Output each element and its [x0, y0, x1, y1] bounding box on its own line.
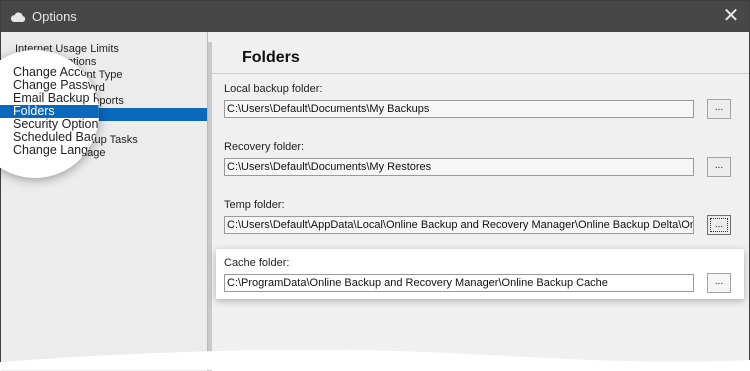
recovery-folder-input[interactable]: C:\Users\Default\Documents\My Restores	[224, 158, 694, 176]
page-title: Folders	[242, 49, 300, 66]
heading-divider	[212, 73, 749, 74]
window-title: Options	[32, 9, 77, 24]
cloud-icon	[10, 10, 26, 28]
recovery-browse-button[interactable]: ...	[707, 157, 731, 177]
temp-folder-label: Temp folder:	[224, 199, 285, 211]
close-button[interactable]: ✕	[719, 4, 743, 28]
title-bar: Options ✕	[1, 1, 749, 32]
close-icon: ✕	[722, 5, 740, 27]
bottom-wave-fade	[0, 349, 750, 370]
cache-folder-input[interactable]: C:\ProgramData\Online Backup and Recover…	[224, 274, 694, 292]
options-window: Options ✕ Internet Usage Limits Caching …	[0, 0, 750, 371]
temp-folder-input[interactable]: C:\Users\Default\AppData\Local\Online Ba…	[224, 216, 694, 234]
temp-browse-button[interactable]: ...	[707, 215, 731, 235]
local-backup-folder-label: Local backup folder:	[224, 83, 323, 95]
local-backup-browse-button[interactable]: ...	[707, 99, 731, 119]
cache-browse-button[interactable]: ...	[707, 273, 731, 293]
cache-folder-highlight: Cache folder: C:\ProgramData\Online Back…	[216, 249, 744, 299]
cache-folder-label: Cache folder:	[224, 257, 290, 269]
recovery-folder-label: Recovery folder:	[224, 141, 305, 153]
temp-browse-label: ...	[710, 218, 728, 232]
folders-panel: Folders Local backup folder: C:\Users\De…	[212, 32, 749, 369]
local-backup-folder-input[interactable]: C:\Users\Default\Documents\My Backups	[224, 100, 694, 118]
